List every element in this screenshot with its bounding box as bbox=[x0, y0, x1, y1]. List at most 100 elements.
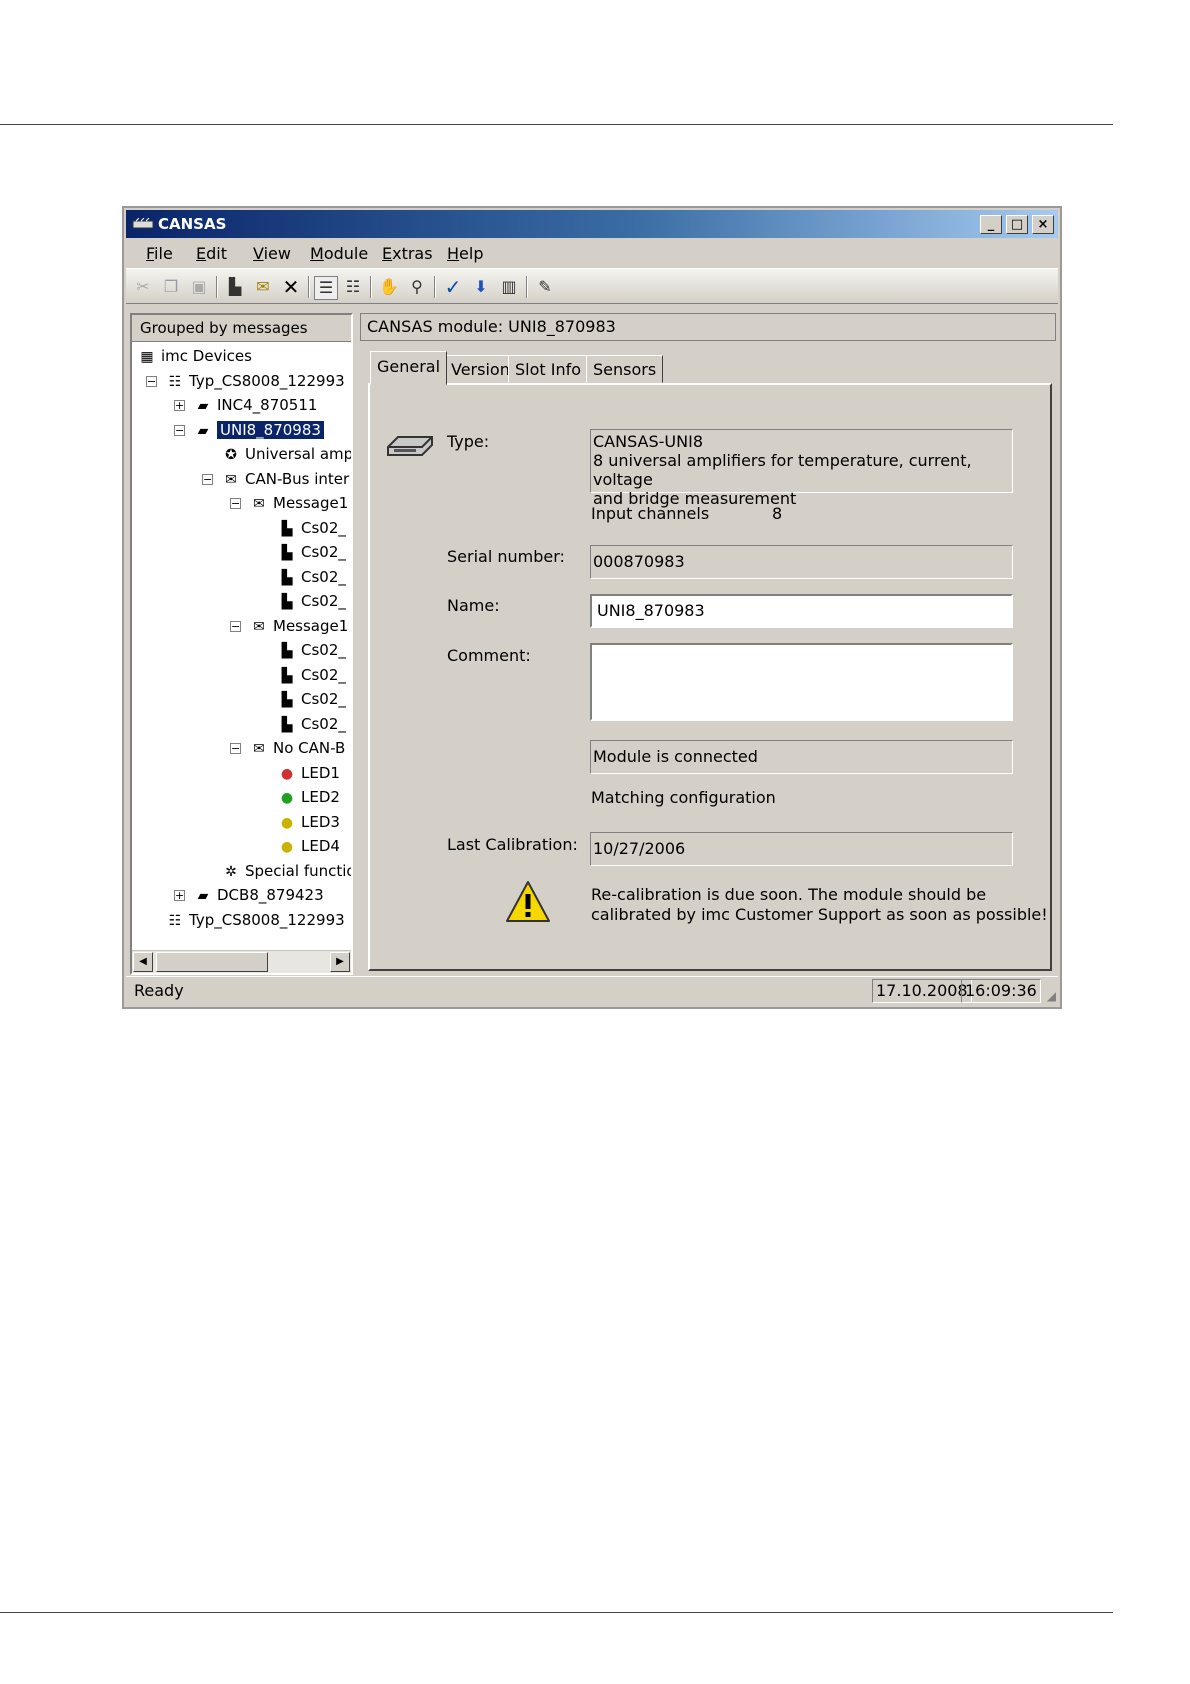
serial-number-field: 000870983 bbox=[590, 545, 1013, 579]
collapse-icon[interactable]: − bbox=[146, 375, 157, 387]
scroll-left-button[interactable]: ◀ bbox=[133, 952, 153, 972]
envelope-crossed-icon: ✉ bbox=[253, 741, 265, 757]
type-line-1: CANSAS-UNI8 bbox=[593, 432, 703, 451]
tree-node[interactable]: ● LED3 bbox=[276, 811, 340, 833]
expand-icon[interactable]: + bbox=[174, 890, 185, 901]
find-icon[interactable]: ⚲ bbox=[406, 276, 428, 298]
menu-view[interactable]: View bbox=[253, 244, 291, 263]
measure-icon[interactable]: ▥ bbox=[498, 276, 520, 298]
tree-node[interactable]: ✉ CAN-Bus inter bbox=[220, 468, 349, 490]
integrate-module-icon[interactable]: ✋ bbox=[378, 276, 400, 298]
tree-node[interactable]: ✉ No CAN-B bbox=[248, 737, 345, 759]
tree-node-label: INC4_870511 bbox=[217, 396, 318, 414]
tab-version[interactable]: Version bbox=[444, 355, 517, 383]
tree-node-label: Cs02_ bbox=[301, 567, 346, 586]
new-channel-icon[interactable]: ▙ bbox=[224, 276, 246, 298]
tab-slot-info[interactable]: Slot Info bbox=[508, 355, 589, 383]
toolbar-separator bbox=[434, 276, 436, 298]
tree-header: Grouped by messages bbox=[132, 315, 351, 342]
cut-icon[interactable]: ✂ bbox=[132, 276, 154, 298]
tab-sensors[interactable]: Sensors bbox=[586, 355, 664, 383]
expand-icon[interactable]: + bbox=[174, 400, 185, 411]
collapse-icon[interactable]: − bbox=[230, 498, 241, 509]
rack-icon: ☷ bbox=[168, 912, 182, 929]
window-title: CANSAS bbox=[158, 215, 227, 233]
tree-view-icon[interactable]: ☰ bbox=[314, 276, 338, 300]
tree-node[interactable]: ▦ imc Devices bbox=[136, 345, 252, 367]
channel-icon: ▙ bbox=[281, 667, 293, 684]
serial-number-label: Serial number: bbox=[447, 547, 565, 566]
tree-node[interactable]: ▙ Cs02_ bbox=[276, 566, 346, 588]
tree-node-label: Cs02_ bbox=[301, 543, 346, 561]
comment-textarea[interactable] bbox=[590, 643, 1013, 721]
tree-node-label: UNI8_870983 bbox=[217, 420, 324, 439]
tree-node[interactable]: ▙ Cs02_ bbox=[276, 590, 346, 612]
scroll-right-button[interactable]: ▶ bbox=[330, 952, 350, 972]
type-field: CANSAS-UNI8 8 universal amplifiers for t… bbox=[590, 429, 1013, 508]
envelope-icon: ✉ bbox=[253, 618, 265, 635]
channel-icon: ▙ bbox=[281, 716, 293, 733]
channel-icon: ▙ bbox=[281, 643, 293, 659]
page-top-rule bbox=[0, 124, 1113, 125]
menu-edit[interactable]: Edit bbox=[196, 244, 227, 263]
menu-help[interactable]: Help bbox=[447, 244, 483, 263]
tree-node[interactable]: ● LED4 bbox=[276, 835, 340, 857]
tree-horizontal-scrollbar[interactable]: ◀ ▶ bbox=[132, 950, 351, 973]
tree-node[interactable]: ▰ INC4_870511 bbox=[192, 394, 318, 416]
tree-node-label: LED4 bbox=[301, 837, 340, 855]
check-icon[interactable]: ✓ bbox=[442, 276, 464, 298]
minimize-button[interactable]: _ bbox=[980, 215, 1002, 234]
name-label: Name: bbox=[447, 596, 500, 615]
tree-node[interactable]: ☷ Typ_CS8008_122993 bbox=[164, 909, 345, 931]
maximize-button[interactable]: □ bbox=[1006, 215, 1028, 234]
list-view-icon[interactable]: ☷ bbox=[342, 276, 364, 298]
title-bar[interactable]: CANSAS _ □ × bbox=[126, 210, 1058, 238]
warning-line-1: Re-calibration is due soon. The module s… bbox=[591, 885, 987, 904]
tree-node[interactable]: ▰ DCB8_879423 bbox=[192, 884, 324, 906]
tree-node[interactable]: ▙ Cs02_ bbox=[276, 688, 346, 710]
download-icon[interactable]: ⬇ bbox=[470, 276, 492, 298]
copy-icon[interactable]: ❐ bbox=[160, 276, 182, 298]
module-details-panel: CANSAS module: UNI8_870983 General Versi… bbox=[360, 313, 1056, 975]
probe-icon[interactable]: ✎ bbox=[534, 276, 556, 298]
collapse-icon[interactable]: − bbox=[202, 473, 213, 485]
tree-node[interactable]: ✉ Message1 bbox=[248, 615, 348, 637]
resize-grip-icon[interactable]: ◢ bbox=[1047, 989, 1056, 1003]
led-green-icon: ● bbox=[280, 790, 294, 806]
new-message-icon[interactable]: ✉ bbox=[252, 276, 274, 298]
tree-node[interactable]: ▙ Cs02_ bbox=[276, 639, 346, 661]
tree-node-label: Cs02_ bbox=[301, 665, 346, 684]
tree-node-label: Cs02_ bbox=[301, 714, 346, 733]
general-tab-panel: Type: CANSAS-UNI8 8 universal amplifiers… bbox=[368, 383, 1052, 971]
close-button[interactable]: × bbox=[1032, 215, 1054, 234]
gear-icon: ✲ bbox=[225, 863, 237, 880]
name-input[interactable]: UNI8_870983 bbox=[590, 594, 1013, 628]
tree-node-label: Cs02_ bbox=[301, 592, 346, 610]
module-tree-panel: Grouped by messages ▦ imc Devices − ☷ Typ_CS… bbox=[130, 313, 353, 975]
tree-node[interactable]: ▙ Cs02_ bbox=[276, 713, 346, 735]
tree-node[interactable]: ✪ Universal amp bbox=[220, 443, 351, 465]
delete-icon[interactable]: ✕ bbox=[280, 276, 302, 298]
tree-node[interactable]: ✉ Message1 bbox=[248, 492, 348, 514]
tree-node[interactable]: ☷ Typ_CS8008_122993 bbox=[164, 370, 345, 392]
collapse-icon[interactable]: − bbox=[230, 743, 241, 754]
module-icon: ▰ bbox=[197, 422, 209, 439]
paste-icon[interactable]: ▣ bbox=[188, 276, 210, 298]
menu-extras[interactable]: Extras bbox=[382, 244, 433, 263]
tree-node[interactable]: ▰ UNI8_870983 bbox=[192, 419, 324, 441]
scroll-thumb[interactable] bbox=[156, 952, 268, 972]
collapse-icon[interactable]: − bbox=[174, 424, 185, 436]
status-bar: Ready 17.10.2008 16:09:36 ◢ bbox=[126, 976, 1058, 1005]
menu-module[interactable]: Module bbox=[310, 244, 368, 263]
last-calibration-label: Last Calibration: bbox=[447, 835, 578, 854]
menu-file[interactable]: File bbox=[146, 244, 173, 263]
collapse-icon[interactable]: − bbox=[230, 620, 241, 632]
tree-node[interactable]: ● LED1 bbox=[276, 762, 340, 784]
tree-node[interactable]: ✲ Special functio bbox=[220, 860, 351, 882]
tree-node[interactable]: ▙ Cs02_ bbox=[276, 517, 346, 539]
tree-node[interactable]: ▙ Cs02_ bbox=[276, 541, 346, 563]
tree-node[interactable]: ▙ Cs02_ bbox=[276, 664, 346, 686]
tree-node[interactable]: ● LED2 bbox=[276, 786, 340, 808]
tab-general[interactable]: General bbox=[370, 351, 448, 385]
toolbar-separator bbox=[308, 276, 310, 298]
